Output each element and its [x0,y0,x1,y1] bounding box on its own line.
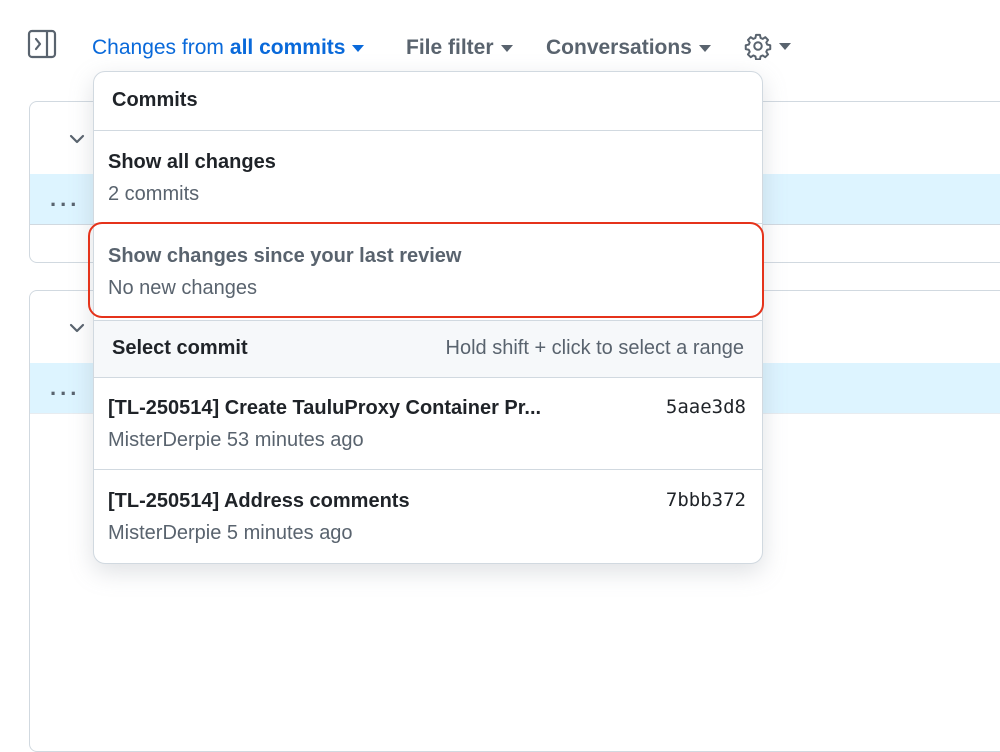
commit-meta: MisterDerpie 53 minutes ago [108,429,364,452]
option-title: Show all changes [108,151,276,173]
changes-from-value: all commits [229,36,346,59]
commit-list-item[interactable]: [TL-250514] Create TauluProxy Container … [94,377,762,470]
commit-message: [TL-250514] Create TauluProxy Container … [108,397,542,419]
show-all-changes-option[interactable]: Show all changes 2 commits [94,131,762,224]
caret-down-icon [698,44,711,52]
select-commit-header: Select commit Hold shift + click to sele… [94,320,762,378]
commit-author: MisterDerpie [108,522,222,544]
chevron-down-icon[interactable] [68,319,86,337]
commit-meta: MisterDerpie 5 minutes ago [108,522,353,545]
commit-time: 53 minutes ago [226,429,364,451]
dropdown-header-title: Commits [112,89,198,111]
option-subtitle: No new changes [108,277,257,299]
file-filter-label: File filter [406,36,494,59]
commit-sha: 7bbb372 [665,489,746,511]
conversations-label: Conversations [546,36,692,59]
commit-sha: 5aae3d8 [665,396,746,418]
show-changes-since-last-review-option[interactable]: Show changes since your last review No n… [94,224,762,316]
commit-list-item[interactable]: [TL-250514] Address comments 7bbb372 Mis… [94,470,762,562]
select-commit-title: Select commit [112,337,248,359]
file-filter-dropdown-button[interactable]: File filter [406,33,513,63]
dropdown-header: Commits [94,72,762,131]
expand-hunk-button[interactable]: ... [50,375,80,401]
settings-dropdown-button[interactable] [744,31,791,61]
conversations-dropdown-button[interactable]: Conversations [546,33,711,63]
gear-icon [744,32,772,60]
option-title: Show changes since your last review [108,245,462,267]
commit-message: [TL-250514] Address comments [108,490,410,512]
chevron-down-icon[interactable] [68,130,86,148]
commits-dropdown-menu: Commits Show all changes 2 commits Show … [88,71,764,564]
select-commit-hint: Hold shift + click to select a range [445,337,744,359]
expand-hunk-button[interactable]: ... [50,186,80,212]
caret-down-icon [500,44,513,52]
caret-down-icon [779,42,791,50]
caret-down-icon [352,44,365,52]
commit-time: 5 minutes ago [226,522,353,544]
sidebar-expand-icon[interactable] [27,29,57,59]
commit-author: MisterDerpie [108,429,222,451]
option-subtitle: 2 commits [108,183,200,205]
changes-from-dropdown-button[interactable]: Changes from all commits [92,33,365,63]
changes-from-prefix: Changes from [92,36,224,59]
